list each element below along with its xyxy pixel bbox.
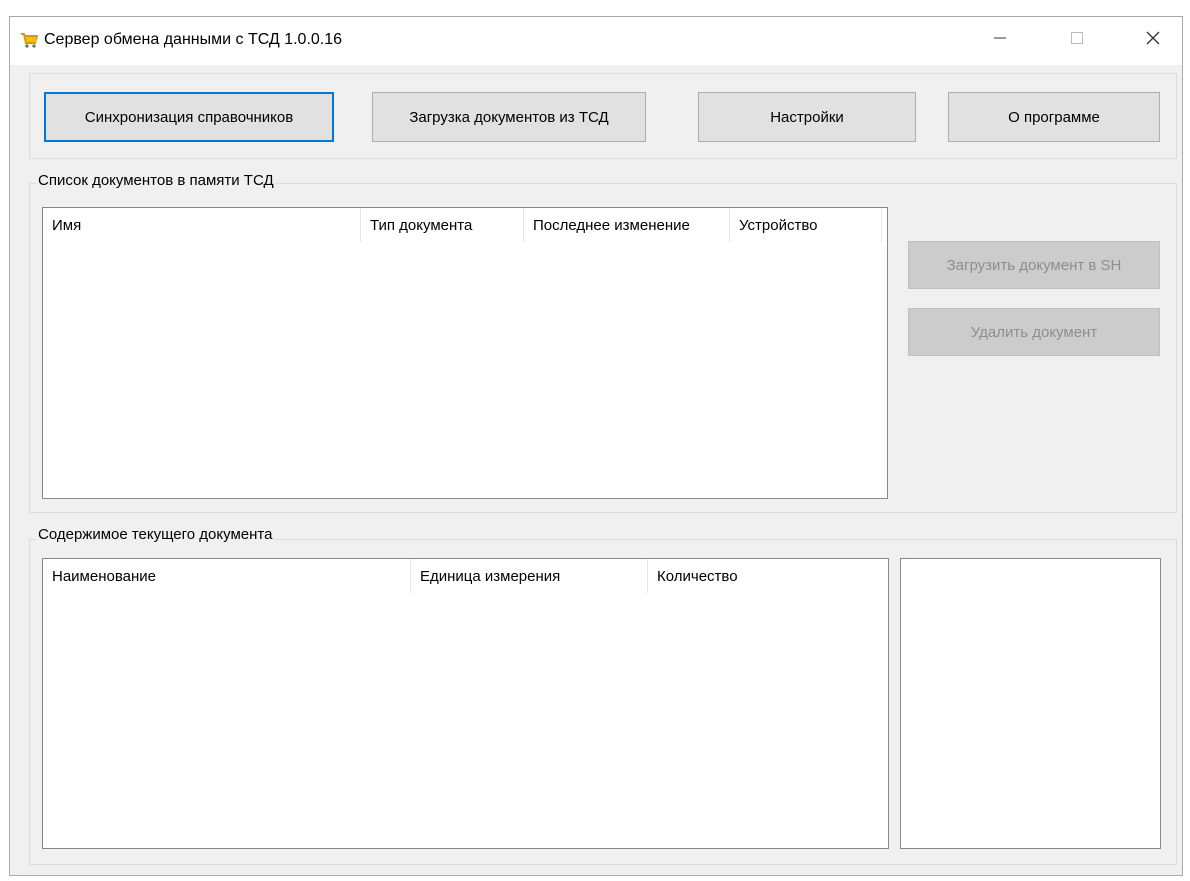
app-window: Сервер обмена данными с ТСД 1.0.0.16 Син… (9, 16, 1183, 876)
document-details-panel[interactable] (900, 558, 1161, 849)
maximize-icon (1070, 31, 1084, 50)
minimize-button[interactable] (978, 23, 1022, 57)
about-button[interactable]: О программе (948, 92, 1160, 142)
load-document-to-sh-button[interactable]: Загрузить документ в SH (908, 241, 1160, 289)
settings-button[interactable]: Настройки (698, 92, 916, 142)
sync-directories-button[interactable]: Синхронизация справочников (44, 92, 334, 142)
contents-list[interactable]: Наименование Единица измерения Количеств… (42, 558, 889, 849)
column-header-device[interactable]: Устройство (730, 208, 882, 242)
contents-group-title: Содержимое текущего документа (36, 526, 275, 543)
column-header-name[interactable]: Имя (43, 208, 361, 242)
upload-documents-button[interactable]: Загрузка документов из ТСД (372, 92, 646, 142)
documents-list[interactable]: Имя Тип документа Последнее изменение Ус… (42, 207, 888, 499)
close-icon (1145, 30, 1161, 51)
column-header-quantity[interactable]: Количество (648, 559, 888, 593)
column-header-document-type[interactable]: Тип документа (361, 208, 524, 242)
column-header-last-modified[interactable]: Последнее изменение (524, 208, 730, 242)
shopping-cart-icon (20, 31, 39, 49)
title-bar[interactable]: Сервер обмена данными с ТСД 1.0.0.16 (10, 17, 1182, 65)
minimize-icon (993, 31, 1007, 50)
column-header-item-name[interactable]: Наименование (43, 559, 411, 593)
close-button[interactable] (1131, 23, 1175, 57)
maximize-button[interactable] (1055, 23, 1099, 57)
column-header-unit[interactable]: Единица измерения (411, 559, 648, 593)
delete-document-button[interactable]: Удалить документ (908, 308, 1160, 356)
documents-group-title: Список документов в памяти ТСД (36, 172, 276, 189)
window-title: Сервер обмена данными с ТСД 1.0.0.16 (44, 31, 343, 48)
toolbar-panel: Синхронизация справочников Загрузка доку… (29, 73, 1177, 159)
